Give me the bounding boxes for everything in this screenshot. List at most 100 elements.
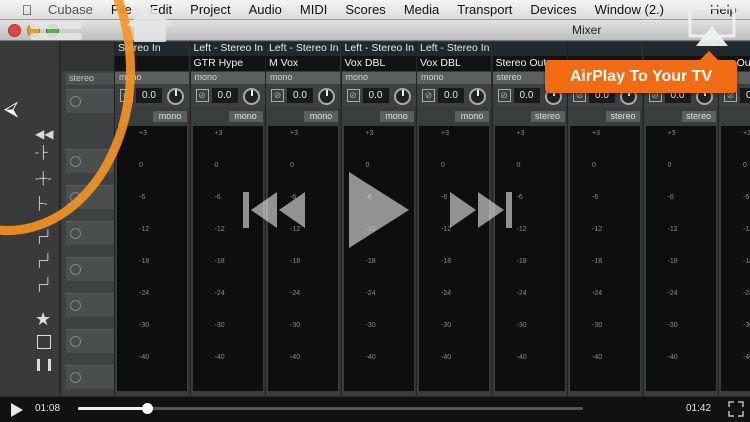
channel-mode: mono [190,72,265,84]
volume-readout[interactable]: 0.0 [438,88,464,103]
input-routing[interactable]: Stereo In [115,42,189,56]
input-routing[interactable]: Left - Stereo In [341,42,416,56]
bypass-icon[interactable]: ⊘ [422,89,435,102]
route-send-icon[interactable]: ├- [35,196,48,210]
meter-tick-label: -24 [365,290,376,297]
meter-tick-label: -18 [214,258,225,265]
mixer-channel-strip[interactable]: Stereo In mono ⊘ 0.0 mono +3 0 -6 -12 -18 -24 -30 -4… [114,41,189,396]
group-link-icon[interactable]: ┌┘ [35,253,52,267]
rewind-icon[interactable] [243,190,307,230]
power-icon[interactable] [70,300,81,311]
fullscreen-icon[interactable] [728,401,744,417]
channel-name[interactable] [115,56,189,71]
meter-tick-label: +3 [592,130,600,137]
output-bus[interactable]: mono [304,111,338,122]
input-routing[interactable] [492,42,567,56]
channel-name[interactable]: Vox DBL [417,56,491,71]
power-icon[interactable] [70,372,81,383]
meter-icon[interactable] [37,359,51,371]
menu-item-cubase[interactable]: Cubase [48,2,93,17]
pan-knob[interactable] [167,88,184,105]
meter-tick-label: -24 [592,290,603,297]
channel-name[interactable]: GTR Hype [190,56,265,71]
pan-knob[interactable] [393,88,411,105]
menu-item-midi[interactable]: MIDI [300,2,327,17]
output-bus[interactable]: stereo [606,111,640,122]
pan-knob[interactable] [469,88,486,105]
mouse-pointer-icon: ⮘ [4,98,19,120]
window-close-button[interactable] [8,24,21,37]
apple-icon[interactable]:  [18,2,36,18]
star-icon[interactable]: ★ [35,309,51,330]
fast-forward-icon[interactable] [448,190,512,230]
window-icon[interactable] [37,335,51,349]
meter-tick-label: -24 [667,290,678,297]
mixer-toolbar: ◀◀ -├ -┼- ├- ┌┘ ┌┘ ┌┘ ★ ⮘ [0,41,60,396]
airplay-icon[interactable] [688,6,736,48]
volume-readout[interactable]: 0.0 [362,88,389,103]
bypass-icon[interactable]: ⊘ [346,89,360,102]
channel-name[interactable]: Vox DBL [341,56,416,71]
meter-tick-label: -18 [592,258,603,265]
volume-readout[interactable]: 0.0 [136,88,162,103]
output-bus[interactable]: mono [153,111,187,122]
mixer-channel-strip[interactable]: ⊘ 0.0 stereo +3 0 -6 -12 -18 -24 -30 -40 [567,41,642,396]
menu-item-media[interactable]: Media [404,2,439,17]
power-icon[interactable] [70,228,81,239]
power-icon[interactable] [70,192,81,203]
menu-icon[interactable] [30,22,82,50]
power-icon[interactable] [70,336,81,347]
airplay-badge[interactable]: AirPlay To Your TV [545,51,737,93]
power-icon[interactable] [70,264,81,275]
level-meter: +30-6-12-18-24-30-40 [419,126,489,391]
mixer-channel-strip[interactable]: ⊘ 0.0 stereo +3 0 -6 -12 -18 -24 -30 -40 [642,41,718,396]
level-meter: +30-6-12-18-24-30-40 [343,126,414,391]
bypass-icon[interactable]: ⊘ [120,89,133,102]
meter-tick-label: -30 [441,322,452,329]
meter-tick-label: -30 [592,322,603,329]
bypass-icon[interactable]: ⊘ [271,89,284,102]
route-fx-icon[interactable]: -┼- [35,171,52,185]
menu-item-project[interactable]: Project [190,2,230,17]
scrubber-track[interactable] [78,403,583,414]
meter-tick-label: -30 [667,322,678,329]
play-icon[interactable] [345,170,411,250]
menu-item-devices[interactable]: Devices [530,2,576,17]
output-bus[interactable]: stereo [681,111,716,122]
group-output-icon[interactable]: ┌┘ [35,277,52,291]
collapse-icon[interactable]: ◀◀ [35,127,53,141]
channel-mode: mono [266,72,340,84]
group-icon[interactable]: ┌┘ [35,229,52,243]
meter-tick-label: -24 [743,290,750,297]
menu-item-window[interactable]: Window (2.) [595,2,664,17]
meter-tick-label: -30 [290,322,301,329]
input-routing[interactable]: Left - Stereo In [266,42,340,56]
volume-readout[interactable]: 0.0 [513,88,540,103]
scrubber-thumb[interactable] [142,403,154,414]
pan-knob[interactable] [318,88,335,105]
menu-item-scores[interactable]: Scores [345,2,385,17]
mute-icon[interactable] [70,96,81,107]
input-routing[interactable] [568,42,642,56]
output-bus[interactable]: stereo [530,111,565,122]
power-icon[interactable] [70,156,81,167]
play-button[interactable] [10,402,24,418]
channel-name[interactable]: M Vox [266,56,340,71]
input-routing[interactable]: Left - Stereo In [190,42,265,56]
output-bus[interactable]: mono [455,111,489,122]
route-input-icon[interactable]: -├ [35,145,48,159]
input-routing[interactable]: Left - Stereo In [417,42,491,56]
volume-readout[interactable]: 0.0 [287,88,313,103]
volume-readout[interactable]: 0.0 [211,88,238,103]
output-bus[interactable]: mono [379,111,414,122]
volume-readout[interactable]: 0.0 [740,88,750,103]
bypass-icon[interactable]: ⊘ [195,89,209,102]
menu-item-transport[interactable]: Transport [457,2,512,17]
bypass-icon[interactable]: ⊘ [497,89,511,102]
output-bus[interactable]: mono [228,111,263,122]
meter-tick-label: +3 [365,130,374,137]
pan-knob[interactable] [242,88,260,105]
mixer-channel-strip[interactable]: eo Out⊘0.0stereo+30-6-12-18-24-30-40 [718,41,750,396]
menu-item-audio[interactable]: Audio [249,2,282,17]
home-icon[interactable] [124,4,176,44]
